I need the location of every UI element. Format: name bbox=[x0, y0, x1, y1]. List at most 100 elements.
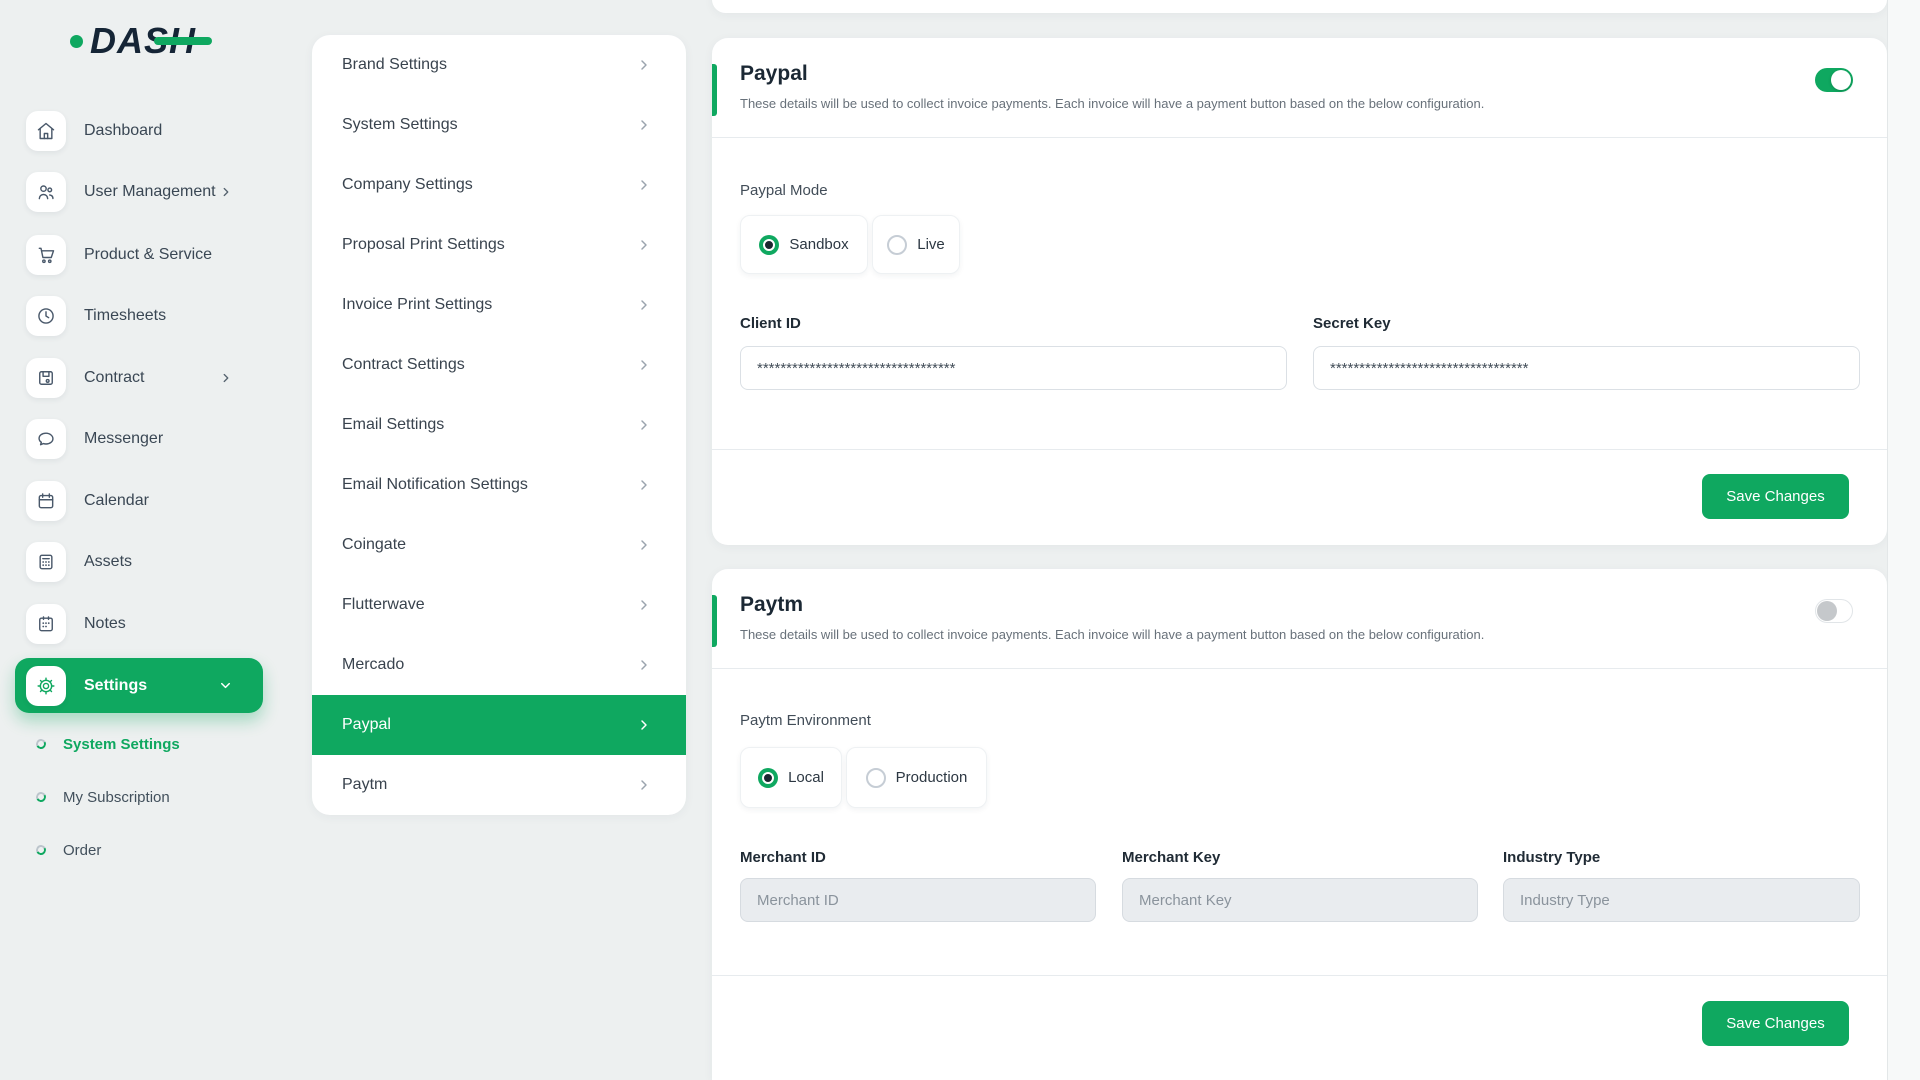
calendar-icon bbox=[26, 481, 66, 521]
sidebar-item-notes[interactable]: Notes bbox=[15, 599, 263, 649]
radio-selected-icon bbox=[759, 235, 779, 255]
sidebar-item-label: Calendar bbox=[84, 492, 149, 510]
chevron-right-icon bbox=[219, 371, 233, 385]
merchant-key-input[interactable] bbox=[1122, 878, 1478, 922]
settings-menu-item-proposal-print-settings[interactable]: Proposal Print Settings bbox=[312, 215, 686, 275]
settings-menu-panel: Brand Settings System Settings Company S… bbox=[312, 35, 686, 815]
chevron-right-icon bbox=[636, 237, 652, 253]
paypal-toggle[interactable] bbox=[1815, 68, 1853, 92]
menu-item-label: System Settings bbox=[342, 116, 458, 134]
divider bbox=[712, 137, 1887, 138]
scrollbar-track[interactable] bbox=[1887, 0, 1920, 1080]
settings-menu-item-invoice-print-settings[interactable]: Invoice Print Settings bbox=[312, 275, 686, 335]
chevron-down-icon bbox=[218, 678, 233, 693]
radio-label: Local bbox=[788, 769, 824, 786]
industry-type-input[interactable] bbox=[1503, 878, 1860, 922]
menu-item-label: Brand Settings bbox=[342, 56, 447, 74]
sidebar-item-label: Timesheets bbox=[84, 307, 166, 325]
chevron-right-icon bbox=[636, 717, 652, 733]
chevron-right-icon bbox=[636, 357, 652, 373]
sidebar-item-settings[interactable]: Settings bbox=[15, 658, 263, 713]
sidebar-subitem-system-settings[interactable]: System Settings bbox=[36, 727, 266, 761]
calculator-icon bbox=[26, 542, 66, 582]
paytm-card: Paytm These details will be used to coll… bbox=[712, 569, 1887, 1080]
menu-item-label: Invoice Print Settings bbox=[342, 296, 492, 314]
sidebar-subitem-label: Order bbox=[63, 842, 101, 859]
chevron-right-icon bbox=[636, 417, 652, 433]
live-radio[interactable]: Live bbox=[872, 215, 960, 274]
sidebar-item-messenger[interactable]: Messenger bbox=[15, 414, 263, 464]
merchant-id-input[interactable] bbox=[740, 878, 1096, 922]
sidebar-subitem-label: System Settings bbox=[63, 736, 180, 753]
divider bbox=[712, 449, 1887, 450]
logo-text: DASH bbox=[90, 18, 196, 64]
bullet-icon bbox=[35, 844, 48, 857]
menu-item-label: Coingate bbox=[342, 536, 406, 554]
chevron-right-icon bbox=[636, 477, 652, 493]
sidebar-subitem-label: My Subscription bbox=[63, 789, 170, 806]
chevron-right-icon bbox=[219, 185, 233, 199]
client-id-input[interactable] bbox=[740, 346, 1287, 390]
sidebar-item-contract[interactable]: Contract bbox=[15, 353, 263, 403]
sidebar-item-label: Notes bbox=[84, 615, 126, 633]
paytm-card-title: Paytm bbox=[740, 593, 803, 617]
sidebar-item-label: Contract bbox=[84, 369, 144, 387]
sandbox-radio[interactable]: Sandbox bbox=[740, 215, 868, 274]
logo-dash-icon bbox=[154, 37, 212, 45]
sidebar-item-calendar[interactable]: Calendar bbox=[15, 476, 263, 526]
settings-menu-item-paytm[interactable]: Paytm bbox=[312, 755, 686, 815]
secret-key-input[interactable] bbox=[1313, 346, 1860, 390]
notes-icon bbox=[26, 604, 66, 644]
toggle-knob bbox=[1831, 70, 1851, 90]
settings-menu-item-paypal[interactable]: Paypal bbox=[312, 695, 686, 755]
home-icon bbox=[26, 111, 66, 151]
accent-bar bbox=[712, 595, 717, 647]
paytm-environment-label: Paytm Environment bbox=[740, 712, 871, 729]
production-radio[interactable]: Production bbox=[846, 747, 987, 808]
sidebar-subitem-order[interactable]: Order bbox=[36, 833, 266, 867]
paypal-card: Paypal These details will be used to col… bbox=[712, 38, 1887, 545]
paypal-card-description: These details will be used to collect in… bbox=[740, 96, 1484, 111]
settings-menu-item-flutterwave[interactable]: Flutterwave bbox=[312, 575, 686, 635]
sidebar-item-label: Assets bbox=[84, 553, 132, 571]
local-radio[interactable]: Local bbox=[740, 747, 842, 808]
menu-item-label: Proposal Print Settings bbox=[342, 236, 505, 254]
save-changes-button[interactable]: Save Changes bbox=[1702, 474, 1849, 519]
sidebar-item-user-management[interactable]: User Management bbox=[15, 167, 263, 217]
sidebar-item-dashboard[interactable]: Dashboard bbox=[15, 106, 263, 156]
users-icon bbox=[26, 172, 66, 212]
sidebar-subitem-my-subscription[interactable]: My Subscription bbox=[36, 780, 266, 814]
settings-menu-item-brand-settings[interactable]: Brand Settings bbox=[312, 35, 686, 95]
paytm-card-description: These details will be used to collect in… bbox=[740, 627, 1484, 642]
contract-icon bbox=[26, 358, 66, 398]
save-changes-button[interactable]: Save Changes bbox=[1702, 1001, 1849, 1046]
card-above-edge bbox=[712, 0, 1887, 13]
menu-item-label: Contract Settings bbox=[342, 356, 465, 374]
merchant-key-label: Merchant Key bbox=[1122, 849, 1220, 866]
sidebar-item-label: Settings bbox=[84, 677, 147, 695]
chevron-right-icon bbox=[636, 57, 652, 73]
secret-key-label: Secret Key bbox=[1313, 315, 1391, 332]
clock-icon bbox=[26, 296, 66, 336]
settings-menu-item-company-settings[interactable]: Company Settings bbox=[312, 155, 686, 215]
menu-item-label: Paypal bbox=[342, 716, 391, 734]
sidebar-item-timesheets[interactable]: Timesheets bbox=[15, 291, 263, 341]
radio-selected-icon bbox=[758, 768, 778, 788]
settings-menu-item-contract-settings[interactable]: Contract Settings bbox=[312, 335, 686, 395]
sidebar-item-assets[interactable]: Assets bbox=[15, 537, 263, 587]
chevron-right-icon bbox=[636, 657, 652, 673]
settings-menu-item-mercado[interactable]: Mercado bbox=[312, 635, 686, 695]
menu-item-label: Email Notification Settings bbox=[342, 476, 528, 494]
chevron-right-icon bbox=[636, 117, 652, 133]
sidebar-item-product-service[interactable]: Product & Service bbox=[15, 230, 263, 280]
sidebar-item-label: Product & Service bbox=[84, 246, 212, 264]
settings-menu-item-system-settings[interactable]: System Settings bbox=[312, 95, 686, 155]
settings-menu-item-email-settings[interactable]: Email Settings bbox=[312, 395, 686, 455]
paytm-toggle[interactable] bbox=[1815, 599, 1853, 623]
bullet-icon bbox=[35, 791, 48, 804]
logo-dot-icon bbox=[70, 35, 83, 48]
app-logo[interactable]: DASH bbox=[70, 18, 196, 64]
chevron-right-icon bbox=[636, 537, 652, 553]
settings-menu-item-coingate[interactable]: Coingate bbox=[312, 515, 686, 575]
settings-menu-item-email-notification-settings[interactable]: Email Notification Settings bbox=[312, 455, 686, 515]
